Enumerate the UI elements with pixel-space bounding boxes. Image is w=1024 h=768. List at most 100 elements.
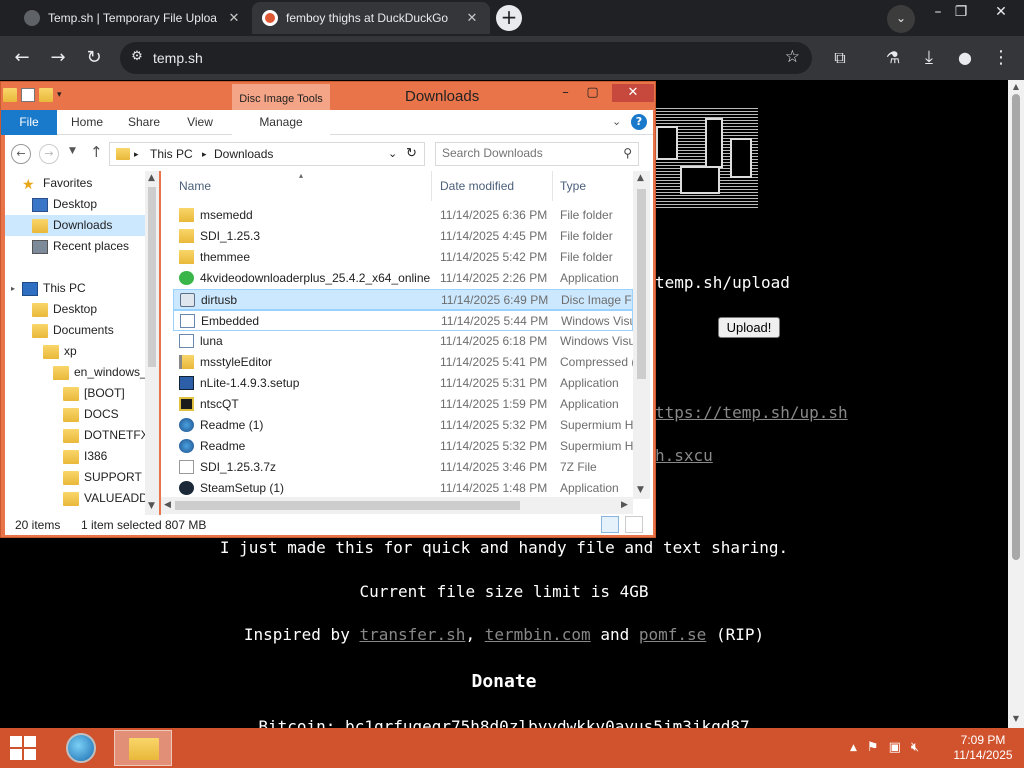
nav-valueadd[interactable]: VALUEADD: [63, 488, 148, 509]
search-field[interactable]: ⚲: [435, 142, 639, 166]
refresh-icon[interactable]: ↻: [406, 145, 417, 161]
column-divider[interactable]: [552, 171, 553, 201]
nav-xp[interactable]: xp: [43, 341, 77, 362]
help-icon[interactable]: ?: [631, 114, 647, 130]
tab-home[interactable]: Home: [61, 110, 113, 135]
reload-icon[interactable]: ↻: [81, 46, 107, 70]
file-row[interactable]: Embedded 11/14/2025 5:44 PM Windows Visu: [173, 310, 633, 331]
nav-boot[interactable]: [BOOT]: [63, 383, 125, 404]
column-header-type[interactable]: Type: [560, 179, 586, 193]
customize-qat-icon[interactable]: ▾: [57, 88, 62, 102]
action-center-flag-icon[interactable]: ⚑: [867, 740, 879, 756]
close-tab-icon[interactable]: ✕: [226, 10, 242, 26]
menu-kebab-icon[interactable]: ⋮: [988, 46, 1014, 70]
nav-scroll-thumb[interactable]: [148, 187, 156, 367]
scroll-up-icon[interactable]: ▲: [148, 173, 155, 183]
breadcrumb-this-pc[interactable]: This PC: [150, 147, 193, 161]
explorer-titlebar[interactable]: ▾ Disc Image Tools Downloads – ▢ ✕: [1, 82, 655, 110]
column-header-date[interactable]: Date modified: [440, 179, 514, 193]
upload-script-link[interactable]: ttps://temp.sh/up.sh: [655, 403, 848, 422]
column-header-name[interactable]: Name: [179, 179, 211, 193]
address-url[interactable]: temp.sh: [153, 50, 203, 66]
breadcrumb-downloads[interactable]: Downloads: [214, 147, 273, 161]
nav-desktop[interactable]: Desktop: [32, 194, 97, 215]
new-folder-icon[interactable]: [39, 88, 53, 102]
browser-tab-tempsh[interactable]: Temp.sh | Temporary File Uploa ✕: [14, 2, 252, 34]
file-row[interactable]: msemedd 11/14/2025 6:36 PM File folder: [173, 205, 633, 226]
nav-recent-places[interactable]: Recent places: [32, 236, 129, 257]
nav-docs[interactable]: DOCS: [63, 404, 119, 425]
transfer-sh-link[interactable]: transfer.sh: [359, 625, 465, 644]
file-row[interactable]: themmee 11/14/2025 5:42 PM File folder: [173, 247, 633, 268]
column-divider[interactable]: [431, 171, 432, 201]
tab-manage[interactable]: Manage: [232, 110, 330, 135]
disc-image-tools-tab[interactable]: Disc Image Tools: [232, 84, 330, 110]
nav-downloads[interactable]: Downloads: [5, 215, 145, 236]
nav-support[interactable]: SUPPORT: [63, 467, 142, 488]
file-row[interactable]: 4kvideodownloaderplus_25.4.2_x64_online 1…: [173, 268, 633, 289]
tab-search-chevron-icon[interactable]: ⌄: [887, 5, 915, 33]
forward-icon[interactable]: →: [39, 144, 59, 164]
scroll-left-icon[interactable]: ◀: [164, 500, 171, 510]
file-row[interactable]: Readme (1) 11/14/2025 5:32 PM Supermium H: [173, 415, 633, 436]
nav-favorites[interactable]: ★ Favorites: [22, 173, 92, 194]
properties-icon[interactable]: [21, 88, 35, 102]
minimize-icon[interactable]: –: [552, 84, 579, 102]
sxcu-config-link[interactable]: h.sxcu: [655, 446, 713, 465]
large-icons-view-icon[interactable]: [625, 516, 643, 533]
termbin-link[interactable]: termbin.com: [485, 625, 591, 644]
file-row[interactable]: Readme 11/14/2025 5:32 PM Supermium H: [173, 436, 633, 457]
expand-ribbon-icon[interactable]: ⌄: [612, 115, 621, 128]
forward-arrow-icon[interactable]: →: [45, 46, 71, 70]
breadcrumb[interactable]: ▸ This PC ▸ Downloads ⌄ ↻: [109, 142, 425, 166]
maximize-icon[interactable]: ▢: [579, 84, 606, 102]
close-tab-icon[interactable]: ✕: [464, 10, 480, 26]
tab-file[interactable]: File: [1, 110, 57, 135]
file-list-scroll-thumb[interactable]: [637, 189, 646, 379]
address-bar[interactable]: ⚙ temp.sh ☆: [120, 42, 812, 74]
site-info-icon[interactable]: ⚙: [128, 49, 146, 67]
nav-i386[interactable]: I386: [63, 446, 107, 467]
taskbar-file-explorer[interactable]: [114, 730, 172, 766]
scroll-up-icon[interactable]: ▲: [637, 173, 644, 183]
nav-this-pc[interactable]: ▸ This PC: [11, 278, 86, 299]
file-row[interactable]: nLite-1.4.9.3.setup 11/14/2025 5:31 PM App…: [173, 373, 633, 394]
details-view-icon[interactable]: [601, 516, 619, 533]
scroll-right-icon[interactable]: ▶: [621, 500, 628, 510]
maximize-window-icon[interactable]: ❐: [946, 4, 976, 20]
show-hidden-icons-icon[interactable]: ▲: [850, 740, 857, 756]
nav-documents[interactable]: Documents: [32, 320, 114, 341]
file-list-vscrollbar[interactable]: ▲ ▼: [633, 171, 650, 499]
recent-locations-icon[interactable]: ▼: [69, 146, 76, 156]
nav-pc-desktop[interactable]: Desktop: [32, 299, 97, 320]
nav-en-windows[interactable]: en_windows_: [53, 362, 147, 383]
file-row[interactable]: ntscQT 11/14/2025 1:59 PM Application: [173, 394, 633, 415]
file-row[interactable]: msstyleEditor 11/14/2025 5:41 PM Compresse…: [173, 352, 633, 373]
search-input[interactable]: [442, 146, 612, 160]
taskbar-browser-app[interactable]: [52, 730, 110, 766]
network-icon[interactable]: ▣: [889, 740, 901, 756]
new-tab-button[interactable]: +: [496, 5, 522, 31]
labs-flask-icon[interactable]: ⚗: [880, 46, 906, 70]
file-list-hscroll-thumb[interactable]: [175, 501, 520, 510]
file-row[interactable]: dirtusb 11/14/2025 6:49 PM Disc Image Fil: [173, 289, 633, 310]
start-button[interactable]: [10, 736, 38, 762]
scroll-down-icon[interactable]: ▼: [148, 501, 155, 511]
file-row[interactable]: SDI_1.25.3 11/14/2025 4:45 PM File folder: [173, 226, 633, 247]
page-scrollbar[interactable]: ▲ ▼: [1008, 80, 1024, 728]
file-row[interactable]: SteamSetup (1) 11/14/2025 1:48 PM Applicat…: [173, 478, 633, 499]
page-scroll-thumb[interactable]: [1012, 94, 1020, 560]
back-arrow-icon[interactable]: ←: [9, 46, 35, 70]
tab-share[interactable]: Share: [119, 110, 169, 135]
nav-dotnetfx[interactable]: DOTNETFX: [63, 425, 149, 446]
tab-view[interactable]: View: [175, 110, 225, 135]
taskbar-clock[interactable]: 7:09 PM 11/14/2025: [950, 733, 1016, 763]
close-icon[interactable]: ✕: [612, 84, 654, 102]
bookmark-star-icon[interactable]: ☆: [785, 47, 800, 67]
up-arrow-icon[interactable]: ↑: [90, 143, 103, 161]
nav-scrollbar[interactable]: ▲ ▼: [145, 171, 159, 515]
file-list-hscrollbar[interactable]: ◀ ▶: [161, 497, 633, 514]
extensions-icon[interactable]: ⧉: [827, 46, 853, 70]
close-window-icon[interactable]: ✕: [986, 4, 1016, 20]
scroll-up-icon[interactable]: ▲: [1008, 82, 1024, 91]
